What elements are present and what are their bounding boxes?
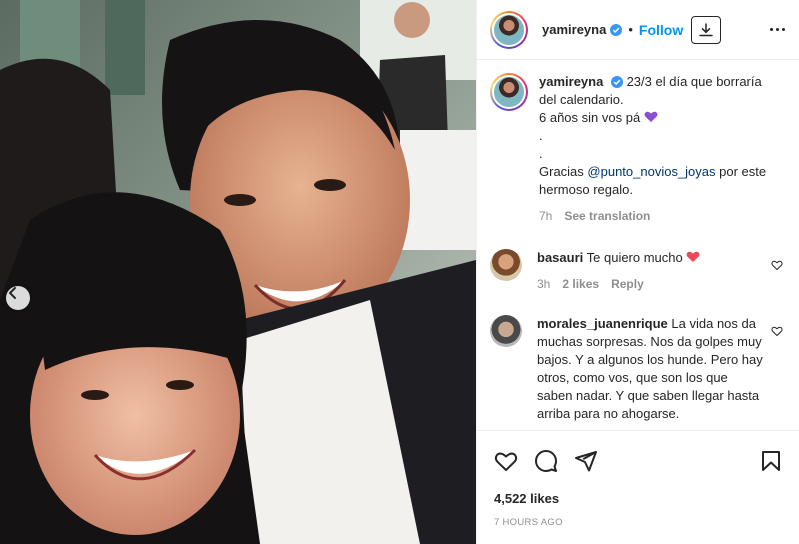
- caption-age: 7h: [539, 209, 553, 223]
- more-options-icon[interactable]: [768, 22, 787, 37]
- comment-text: La vida nos da muchas sorpresas. Nos da …: [537, 316, 763, 421]
- verified-badge-icon: [610, 23, 623, 36]
- caption-line-4: .: [539, 146, 543, 161]
- purple-heart-icon: [644, 111, 658, 122]
- comment-age: 3h: [537, 277, 551, 291]
- red-heart-icon: [686, 251, 700, 262]
- heart-icon[interactable]: [494, 449, 518, 473]
- bookmark-icon[interactable]: [759, 449, 783, 473]
- share-icon[interactable]: [574, 449, 598, 473]
- comment-icon[interactable]: [534, 449, 558, 473]
- header-separator: •: [628, 22, 633, 37]
- reply-button[interactable]: Reply: [611, 275, 644, 293]
- commenter-avatar[interactable]: [490, 315, 522, 347]
- previous-photo-button[interactable]: [6, 286, 30, 310]
- commenter-username[interactable]: basauri: [537, 250, 583, 265]
- comment-item: morales_juanenrique La vida nos da mucha…: [490, 315, 787, 423]
- post-photo[interactable]: [0, 0, 476, 544]
- verified-badge-icon: [610, 76, 623, 88]
- download-icon: [699, 22, 713, 36]
- comment-likes[interactable]: 2 likes: [562, 275, 599, 293]
- follow-button[interactable]: Follow: [639, 22, 683, 38]
- heart-icon[interactable]: [771, 325, 783, 337]
- post-details-panel: yamireyna • Follow yamireyna 23/3 el día…: [476, 0, 799, 544]
- comment-text: Te quiero mucho: [586, 250, 683, 265]
- comments-list[interactable]: yamireyna 23/3 el día que borraría del c…: [477, 61, 799, 430]
- author-username[interactable]: yamireyna: [542, 22, 606, 37]
- caption-avatar[interactable]: [490, 73, 528, 111]
- caption-line-3: .: [539, 128, 543, 143]
- caption: yamireyna 23/3 el día que borraría del c…: [490, 73, 787, 225]
- commenter-username[interactable]: morales_juanenrique: [537, 316, 668, 331]
- likes-count[interactable]: 4,522 likes: [494, 491, 559, 506]
- action-bar: 4,522 likes 7 HOURS AGO: [477, 430, 799, 544]
- post-modal: yamireyna • Follow yamireyna 23/3 el día…: [0, 0, 799, 544]
- commenter-avatar[interactable]: [490, 249, 522, 281]
- author-avatar[interactable]: [490, 10, 528, 49]
- caption-username[interactable]: yamireyna: [539, 74, 603, 89]
- post-timestamp[interactable]: 7 HOURS AGO: [494, 517, 563, 528]
- download-button[interactable]: [691, 15, 722, 44]
- photo-illustration: [0, 0, 476, 544]
- caption-line-2: 6 años sin vos pá: [539, 110, 641, 125]
- chevron-left-icon: [9, 287, 16, 299]
- post-header: yamireyna • Follow: [477, 0, 799, 60]
- comment-item: basauri Te quiero mucho 3h 2 likes Reply: [490, 249, 787, 293]
- caption-line-5-prefix: Gracias: [539, 164, 588, 179]
- see-translation-button[interactable]: See translation: [564, 207, 650, 225]
- mention-link[interactable]: @punto_novios_joyas: [587, 164, 715, 179]
- heart-icon[interactable]: [771, 259, 783, 271]
